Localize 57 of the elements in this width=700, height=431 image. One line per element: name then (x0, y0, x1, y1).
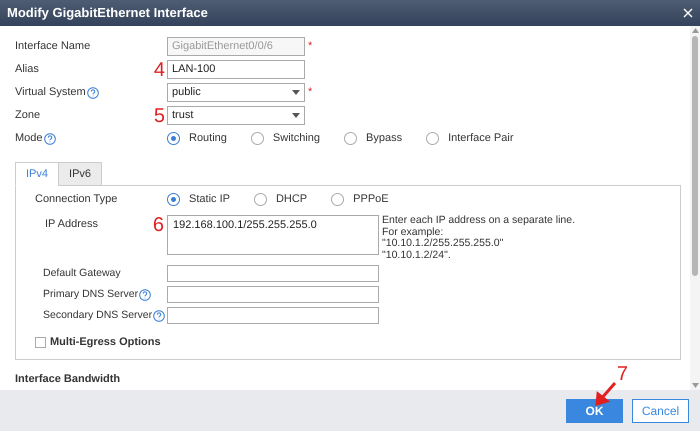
radio-option[interactable]: DHCP (254, 190, 308, 208)
radio-button[interactable] (167, 132, 180, 145)
field-label: Primary DNS Server (43, 286, 138, 302)
close-icon[interactable] (683, 8, 693, 18)
field-label: Connection Type (35, 192, 118, 207)
radio-option[interactable]: Interface Pair (426, 130, 514, 147)
text-field[interactable] (167, 307, 379, 324)
step-number: 6 (152, 215, 164, 235)
text-field[interactable] (167, 265, 379, 282)
radio-button[interactable] (254, 192, 267, 206)
section-heading: Interface Bandwidth (15, 372, 120, 386)
text-field[interactable] (167, 286, 379, 303)
help-icon[interactable] (86, 86, 99, 98)
field-label: Default Gateway (43, 266, 121, 281)
checkbox-label: Multi-Egress Options (50, 335, 161, 350)
radio-option[interactable]: Static IP (167, 190, 230, 208)
field-label: Alias (15, 62, 39, 78)
radio-option[interactable]: Bypass (344, 130, 402, 147)
radio-option[interactable]: Switching (250, 130, 320, 147)
arrow-icon (595, 382, 617, 406)
step-number: 4 (154, 60, 165, 80)
radio-option[interactable]: PPPoE (331, 190, 389, 208)
required-mark: * (308, 85, 312, 100)
radio-button[interactable] (250, 132, 264, 145)
dropdown[interactable]: trust (167, 106, 305, 125)
checkbox[interactable] (35, 336, 46, 348)
window-title: Modify GigabitEthernet Interface (7, 4, 208, 22)
radio-button[interactable] (331, 192, 344, 206)
caret-icon (292, 113, 300, 118)
field-label: Virtual System (15, 85, 86, 100)
caret-icon (292, 90, 300, 95)
tab[interactable]: IPv4 (15, 162, 60, 186)
help-icon[interactable] (153, 310, 166, 322)
text-field[interactable]: LAN-100 (167, 60, 305, 79)
ok-button[interactable]: OK (566, 398, 623, 422)
field-label: IP Address (44, 217, 99, 232)
tab[interactable]: IPv6 (58, 162, 102, 186)
field-label: Mode (15, 131, 43, 146)
radio-option[interactable]: Routing (167, 130, 227, 147)
field-label: Interface Name (15, 39, 90, 54)
radio-button[interactable] (167, 192, 180, 206)
help-icon[interactable] (139, 288, 152, 300)
field-label: Zone (15, 108, 40, 124)
scrollbar[interactable] (690, 26, 700, 390)
cancel-button[interactable]: Cancel (632, 398, 689, 422)
required-mark: * (308, 39, 312, 54)
radio-button[interactable] (344, 132, 357, 145)
hint-text: Enter each IP address on a separate line. For example: "10.10.1.2/255.255.255.0" "10.10.1.2/24". (382, 215, 576, 261)
scroll-down-icon[interactable] (692, 383, 698, 388)
dropdown[interactable]: public (167, 83, 305, 102)
ip-address-field[interactable]: 192.168.100.1/255.255.255.0 (167, 215, 379, 255)
help-icon[interactable] (44, 132, 56, 144)
scroll-up-icon[interactable] (692, 28, 698, 33)
step-number: 7 (616, 363, 628, 385)
radio-button[interactable] (426, 132, 440, 145)
step-number: 5 (154, 106, 165, 126)
field-label: Secondary DNS Server (43, 308, 152, 323)
